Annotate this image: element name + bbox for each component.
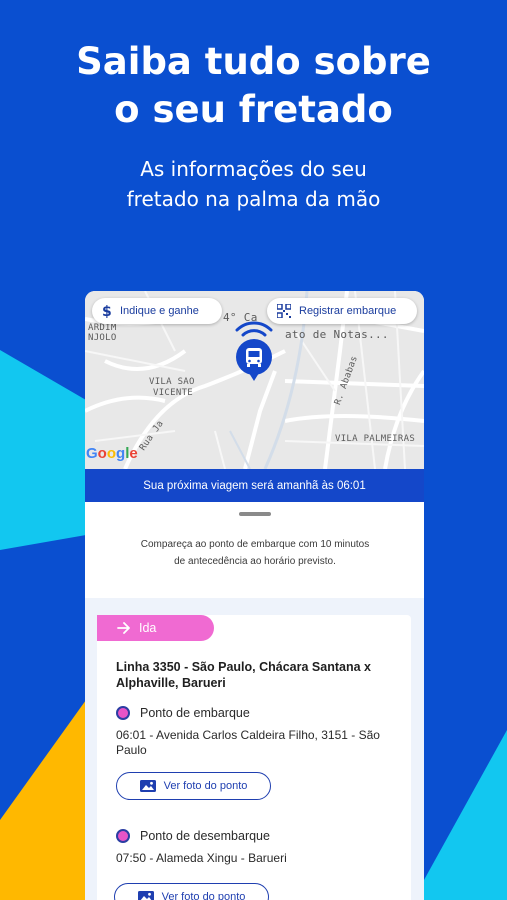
- dollar-icon: $: [102, 304, 112, 318]
- direction-tag[interactable]: Ida: [97, 615, 214, 641]
- indique-e-ganhe-button[interactable]: $ Indique e ganhe: [92, 298, 222, 324]
- bus-location-pin[interactable]: [226, 321, 282, 383]
- alighting-point-header: Ponto de desembarque: [116, 829, 270, 843]
- boarding-photo-button[interactable]: Ver foto do ponto: [116, 772, 271, 800]
- map-label-notas: ato de Notas...: [285, 328, 389, 341]
- bottom-sheet-header: Compareça ao ponto de embarque com 10 mi…: [85, 502, 424, 598]
- arrival-notice-line2: de antecedência ao horário previsto.: [174, 556, 336, 567]
- promo-subheadline: As informações do seu fretado na palma d…: [0, 154, 507, 214]
- drag-handle[interactable]: [239, 512, 271, 516]
- promo-subheadline-line1: As informações do seu: [140, 157, 367, 181]
- alighting-photo-button[interactable]: Ver foto do ponto: [114, 883, 269, 900]
- alighting-dot-icon: [116, 829, 130, 843]
- promo-headline: Saiba tudo sobre o seu fretado: [0, 38, 507, 134]
- direction-label: Ida: [139, 621, 157, 635]
- line-title: Linha 3350 - São Paulo, Chácara Santana …: [116, 660, 371, 690]
- alighting-point-detail: 07:50 - Alameda Xingu - Barueri: [116, 851, 287, 865]
- alighting-photo-label: Ver foto do ponto: [161, 891, 246, 900]
- phone-mockup: ARDIM NJOLO 4° Ca ato de Notas... VILA S…: [85, 291, 424, 900]
- map-label-vila-palmeiras: VILA PALMEIRAS: [335, 434, 416, 444]
- next-trip-banner: Sua próxima viagem será amanhã às 06:01: [85, 469, 424, 502]
- registrar-embarque-button[interactable]: Registrar embarque: [267, 298, 417, 324]
- map-label-vila-sao: VILA SAO: [149, 377, 195, 387]
- indique-e-ganhe-label: Indique e ganhe: [120, 305, 199, 317]
- alighting-point-title: Ponto de desembarque: [140, 829, 270, 843]
- google-logo: Google: [86, 445, 138, 462]
- image-icon: [139, 780, 156, 792]
- boarding-dot-icon: [116, 706, 130, 720]
- map-view[interactable]: ARDIM NJOLO 4° Ca ato de Notas... VILA S…: [85, 291, 424, 469]
- route-card: Ida Linha 3350 - São Paulo, Chácara Sant…: [97, 615, 411, 900]
- registrar-embarque-label: Registrar embarque: [299, 305, 397, 317]
- boarding-point-detail: 06:01 - Avenida Carlos Caldeira Filho, 3…: [116, 728, 380, 757]
- image-icon: [137, 891, 154, 900]
- boarding-point-header: Ponto de embarque: [116, 706, 250, 720]
- map-label-ardim: ARDIM: [88, 323, 117, 333]
- qr-code-icon: [277, 304, 291, 318]
- promo-headline-line2: o seu fretado: [114, 88, 393, 131]
- promo-subheadline-line2: fretado na palma da mão: [126, 187, 381, 211]
- map-label-vicente: VICENTE: [153, 388, 194, 398]
- promo-headline-line1: Saiba tudo sobre: [76, 40, 431, 83]
- boarding-photo-label: Ver foto do ponto: [163, 780, 248, 792]
- svg-text:$: $: [102, 304, 112, 318]
- arrival-notice-line1: Compareça ao ponto de embarque com 10 mi…: [140, 539, 370, 550]
- arrival-notice: Compareça ao ponto de embarque com 10 mi…: [105, 536, 405, 570]
- map-label-njolo: NJOLO: [88, 333, 117, 343]
- boarding-point-title: Ponto de embarque: [140, 706, 250, 720]
- arrow-right-icon: [117, 622, 131, 634]
